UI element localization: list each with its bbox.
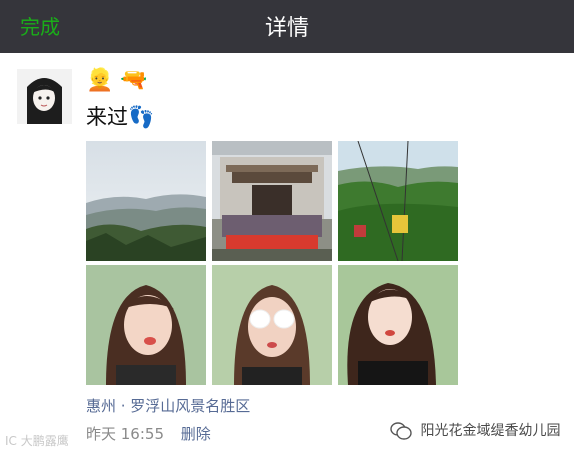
photo-group-at-gate[interactable] — [212, 141, 332, 261]
avatar-illustration — [17, 69, 72, 124]
photo-portrait-sunglasses[interactable] — [212, 265, 332, 385]
delete-button[interactable]: 删除 — [181, 425, 211, 443]
photo-grid — [86, 141, 458, 385]
watermark-right: 阳光花金域缇香幼儿园 — [390, 420, 560, 444]
photo-portrait-3[interactable] — [338, 265, 458, 385]
watermark-left: IC 大鹏露鹰 — [5, 434, 69, 448]
photo-portrait-1[interactable] — [86, 265, 206, 385]
post-time: 昨天 16:55 — [86, 425, 164, 443]
page-title: 详情 — [264, 16, 309, 41]
post-header-emoji: 👱 🔫 — [86, 68, 148, 93]
post-meta: 昨天 16:55 删除 — [86, 423, 211, 444]
location-link[interactable]: 惠州 · 罗浮山风景名胜区 — [86, 395, 250, 416]
post-text: 来过👣 — [86, 105, 155, 129]
navigation-bar: 完成 详情 — [0, 0, 574, 53]
wechat-icon — [390, 422, 412, 440]
avatar[interactable] — [17, 69, 72, 124]
photo-cable-car[interactable] — [338, 141, 458, 261]
watermark-right-text: 阳光花金域缇香幼儿园 — [420, 423, 561, 439]
photo-mountain-view[interactable] — [86, 141, 206, 261]
